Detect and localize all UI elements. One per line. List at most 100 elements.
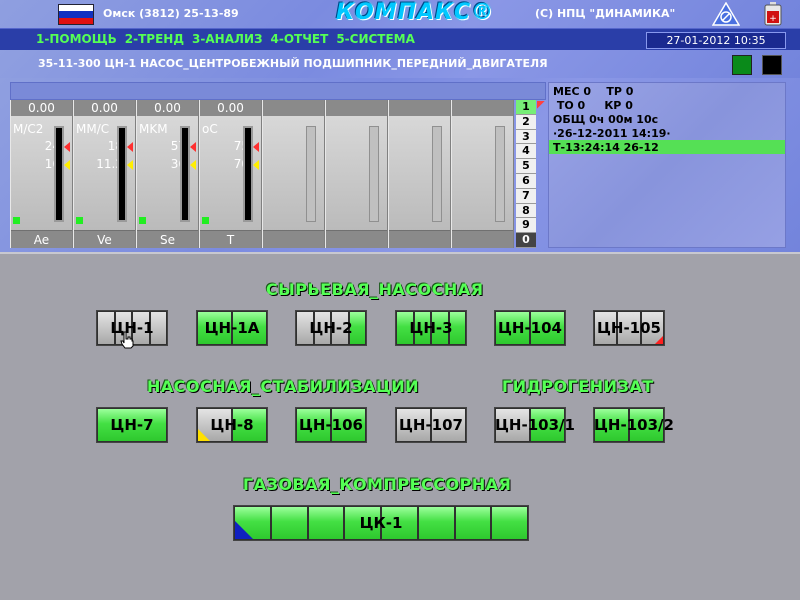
gauge-value-empty — [326, 100, 387, 116]
pump-cn-106[interactable]: ЦН-106 — [295, 407, 367, 443]
gauge-unit: MM/C — [76, 122, 110, 136]
warning-triangle-icon[interactable] — [712, 2, 740, 26]
gauge-empty — [325, 100, 388, 248]
status-led — [76, 217, 83, 224]
gauge-name: T — [200, 230, 261, 248]
gauge-bar — [243, 126, 253, 222]
gauge-value-empty — [452, 100, 513, 116]
pump-label: ЦН-107 — [398, 416, 463, 434]
status-panel: МЕС 0 ТР 0 ТО 0 КР 0 ОБЩ 0ч 00м 10с ·26-… — [548, 82, 786, 248]
channel-7[interactable]: 7 — [516, 188, 536, 204]
gauge-empty — [451, 100, 514, 248]
russia-flag-icon — [58, 4, 94, 25]
section-raw-pumping: СЫРЬЕВАЯ_НАСОСНАЯ — [266, 280, 484, 299]
warning-marker-icon — [190, 160, 196, 170]
page-title: 35-11-300 ЦН-1 НАСОС_ЦЕНТРОБЕЖНЫЙ ПОДШИП… — [38, 57, 548, 70]
channel-1[interactable]: 1 — [516, 100, 536, 115]
main-menu: 1-ПОМОЩЬ 2-ТРЕНД 3-АНАЛИЗ 4-ОТЧЕТ 5-СИСТ… — [36, 32, 415, 46]
status-led — [202, 217, 209, 224]
gauge-t[interactable]: 0.00 oC 75 70 T — [199, 100, 262, 248]
channel-4[interactable]: 4 — [516, 144, 536, 160]
alarm-marker-icon — [64, 142, 70, 152]
pump-cn-7[interactable]: ЦН-7 — [96, 407, 168, 443]
pump-label: ЦН-8 — [210, 416, 254, 434]
status-line: МЕС 0 ТР 0 — [553, 85, 634, 98]
pump-label: ЦН-103/2 — [594, 416, 674, 434]
pump-label: ЦН-106 — [298, 416, 363, 434]
top-bar: Омск (3812) 25-13-89 КОМПАКС® (С) НПЦ "Д… — [0, 0, 800, 28]
channel-6[interactable]: 6 — [516, 173, 536, 189]
section-hydrogenate: ГИДРОГЕНИЗАТ — [502, 377, 654, 396]
battery-icon[interactable]: + — [762, 2, 784, 26]
pump-cn-3[interactable]: ЦН-3 — [395, 310, 467, 346]
gauge-empty — [262, 100, 325, 248]
compressor-ck-1[interactable]: ЦК-1 — [233, 505, 529, 541]
channel-8[interactable]: 8 — [516, 203, 536, 219]
pump-cn-105[interactable]: ЦН-105 — [593, 310, 665, 346]
gauge-value-empty — [389, 100, 450, 116]
gauge-bar-empty — [369, 126, 379, 222]
gauge-ae[interactable]: 0.00 M/C2 24 16 Ae — [10, 100, 73, 248]
gauge-bar-empty — [306, 126, 316, 222]
section-gas-compressor: ГАЗОВАЯ_КОМПРЕССОРНАЯ — [243, 475, 512, 494]
pump-cn-103-1[interactable]: ЦН-103/1 — [494, 407, 575, 443]
status-line: ·26-12-2011 14:19· — [553, 127, 671, 140]
gauge-panel: 0.00 M/C2 24 16 Ae 0.00 MM/C 18 11.2 Ve … — [10, 100, 514, 248]
gauge-value: 0.00 — [11, 100, 72, 116]
gauge-bar — [54, 126, 64, 222]
status-indicator-black[interactable] — [762, 55, 782, 75]
pump-cn-103-2[interactable]: ЦН-103/2 — [593, 407, 674, 443]
gauge-se[interactable]: 0.00 MKM 57 36 Se — [136, 100, 199, 248]
menu-analysis[interactable]: 3-АНАЛИЗ — [192, 32, 262, 46]
pump-cn-107[interactable]: ЦН-107 — [395, 407, 467, 443]
gauge-ve[interactable]: 0.00 MM/C 18 11.2 Ve — [73, 100, 136, 248]
compressor-label: ЦК-1 — [359, 514, 403, 532]
channel-2[interactable]: 2 — [516, 114, 536, 130]
status-line-current: Т-13:24:14 26-12 — [553, 141, 659, 154]
copyright: (С) НПЦ "ДИНАМИКА" — [535, 7, 676, 20]
gauge-unit: oC — [202, 122, 218, 136]
pump-label: ЦН-105 — [596, 319, 661, 337]
city-phone: Омск (3812) 25-13-89 — [103, 7, 239, 20]
pump-label: ЦН-7 — [110, 416, 154, 434]
pump-label: ЦН-2 — [309, 319, 353, 337]
pump-cn-8[interactable]: ЦН-8 — [196, 407, 268, 443]
menu-report[interactable]: 4-ОТЧЕТ — [271, 32, 329, 46]
alarm-marker-icon — [127, 142, 133, 152]
pump-label: ЦН-104 — [497, 319, 562, 337]
section-stabilization-pumping: НАСОСНАЯ_СТАБИЛИЗАЦИИ — [147, 377, 420, 396]
warning-marker-icon — [127, 160, 133, 170]
pump-cn-1a[interactable]: ЦН-1А — [196, 310, 268, 346]
alarm-marker-icon — [190, 142, 196, 152]
gauge-name: Ve — [74, 230, 135, 248]
alarm-corner-icon — [537, 101, 545, 109]
status-indicator-green[interactable] — [732, 55, 752, 75]
gauge-value-empty — [263, 100, 324, 116]
menu-help[interactable]: 1-ПОМОЩЬ — [36, 32, 117, 46]
channel-selector: 1 2 3 4 5 6 7 8 9 0 — [516, 100, 536, 248]
pump-cn-104[interactable]: ЦН-104 — [494, 310, 566, 346]
pump-cn-2[interactable]: ЦН-2 — [295, 310, 367, 346]
channel-5[interactable]: 5 — [516, 159, 536, 174]
status-led — [13, 217, 20, 224]
gauge-unit: MKM — [139, 122, 168, 136]
menu-bar: 1-ПОМОЩЬ 2-ТРЕНД 3-АНАЛИЗ 4-ОТЧЕТ 5-СИСТ… — [0, 28, 800, 50]
channel-3[interactable]: 3 — [516, 129, 536, 145]
pump-label: ЦН-3 — [409, 319, 453, 337]
gauge-bar-empty — [432, 126, 442, 222]
gauge-value: 0.00 — [200, 100, 261, 116]
gauge-name: Se — [137, 230, 198, 248]
gauge-unit: M/C2 — [13, 122, 44, 136]
status-line: ОБЩ 0ч 00м 10с — [553, 113, 659, 126]
title-bar: 35-11-300 ЦН-1 НАСОС_ЦЕНТРОБЕЖНЫЙ ПОДШИП… — [0, 50, 800, 78]
warning-marker-icon — [64, 160, 70, 170]
menu-system[interactable]: 5-СИСТЕМА — [336, 32, 415, 46]
channel-9[interactable]: 9 — [516, 218, 536, 234]
app-logo: КОМПАКС® — [336, 0, 495, 25]
channel-0[interactable]: 0 — [516, 233, 536, 248]
status-led — [139, 217, 146, 224]
warning-marker-icon — [253, 160, 259, 170]
gauge-name-empty — [452, 230, 513, 248]
gauge-bar — [117, 126, 127, 222]
menu-trend[interactable]: 2-ТРЕНД — [125, 32, 184, 46]
